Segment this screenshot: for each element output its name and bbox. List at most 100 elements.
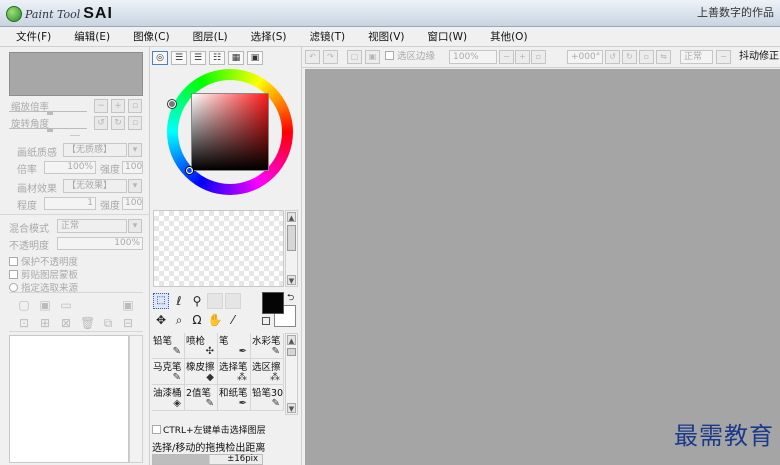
- zoom-out-button[interactable]: −: [94, 99, 108, 113]
- ctrl-select-layer-checkbox[interactable]: [152, 425, 161, 434]
- color-wheel-tab-icon[interactable]: ◎: [152, 51, 168, 65]
- brush-watercolor[interactable]: 水彩笔 ✎: [251, 333, 284, 359]
- redo-icon[interactable]: ↷: [323, 50, 338, 64]
- opacity-value[interactable]: 100%: [57, 237, 143, 250]
- palette-tab-icon[interactable]: ☷: [209, 51, 225, 65]
- zoom-in-icon[interactable]: +: [515, 50, 530, 64]
- strength-value-2[interactable]: 100: [122, 197, 143, 210]
- zoom-in-button[interactable]: +: [111, 99, 125, 113]
- scroll-up-icon[interactable]: ▲: [287, 212, 296, 222]
- selection-source-radio[interactable]: [9, 282, 18, 292]
- paper-texture-dropdown-icon[interactable]: ▾: [128, 143, 142, 157]
- scroll-down-icon[interactable]: ▼: [287, 403, 296, 413]
- zoom-fit-icon[interactable]: ▫: [531, 50, 546, 64]
- layer-list-scrollbar[interactable]: [129, 335, 143, 463]
- layer-properties-icon[interactable]: ⊟: [121, 316, 135, 330]
- merge-down-icon[interactable]: ⊞: [38, 316, 52, 330]
- move-tool-icon[interactable]: ✥: [153, 312, 169, 328]
- brush-scrollbar[interactable]: ▲ ▼: [285, 333, 298, 415]
- mode-dropdown-icon[interactable]: −: [716, 50, 731, 64]
- menu-select[interactable]: 选择(S): [235, 27, 294, 46]
- swap-colors-icon[interactable]: ⮌: [287, 290, 294, 306]
- effect-select[interactable]: 【无效果】: [63, 179, 127, 193]
- ctrl-select-layer-option[interactable]: CTRL+左键单击选择图层: [152, 423, 266, 436]
- menu-file[interactable]: 文件(F): [0, 27, 58, 46]
- brush-pencil[interactable]: 铅笔 ✎: [152, 333, 185, 359]
- protect-opacity-checkbox[interactable]: [9, 256, 18, 266]
- brush-select-eraser[interactable]: 选区擦 ⁂: [251, 359, 284, 385]
- swatch-scrollbar[interactable]: ▲ ▼: [285, 210, 298, 287]
- brush-pen[interactable]: 笔 ✒: [218, 333, 251, 359]
- display-mode-select[interactable]: 正常: [680, 50, 713, 64]
- new-vector-layer-icon[interactable]: ▣: [38, 298, 52, 312]
- clip-group-checkbox[interactable]: [9, 269, 18, 279]
- brush-airbrush[interactable]: 喷枪 ✣: [185, 333, 218, 359]
- brush-pencil30[interactable]: 铅笔30 ✎: [251, 385, 284, 411]
- zoom-slider[interactable]: 缩放倍率: [9, 98, 87, 115]
- copy-layer-icon[interactable]: ⧉: [101, 316, 115, 330]
- menu-layer[interactable]: 图层(L): [177, 27, 235, 46]
- reset-colors-icon[interactable]: [262, 317, 270, 325]
- clip-group-option[interactable]: 剪贴图层蒙板: [9, 267, 78, 281]
- navigator-preview[interactable]: [9, 52, 143, 96]
- zoom-select[interactable]: 100%: [449, 50, 497, 64]
- paper-texture-select[interactable]: 【无质感】: [63, 143, 127, 157]
- brush-binary-pen[interactable]: 2值笔 ✎: [185, 385, 218, 411]
- layer-mask-icon[interactable]: ▣: [121, 298, 135, 312]
- degree-value[interactable]: 1: [44, 197, 96, 210]
- scratchpad-tab-icon[interactable]: ▣: [247, 51, 263, 65]
- rotate-right-button[interactable]: ↻: [111, 116, 125, 130]
- menu-other[interactable]: 其他(O): [474, 27, 534, 46]
- invert-selection-icon[interactable]: ▣: [365, 50, 380, 64]
- saturation-value-square[interactable]: [191, 93, 269, 171]
- brush-marker[interactable]: 马克笔 ✎: [152, 359, 185, 385]
- scale-value[interactable]: 100%: [44, 161, 96, 174]
- rotate-cw-icon[interactable]: ↻: [622, 50, 637, 64]
- rotate-tool-icon[interactable]: Ω: [189, 312, 205, 328]
- rgb-slider-tab-icon[interactable]: ☰: [171, 51, 187, 65]
- zoom-reset-button[interactable]: ▫: [128, 99, 142, 113]
- color-picker-marker[interactable]: [186, 167, 193, 174]
- clear-layer-icon[interactable]: ⊠: [59, 316, 73, 330]
- scroll-up-icon[interactable]: ▲: [287, 335, 296, 345]
- menu-window[interactable]: 窗口(W): [412, 27, 475, 46]
- menu-view[interactable]: 视图(V): [352, 27, 411, 46]
- eyedropper-tool-icon[interactable]: ⁄: [225, 312, 241, 328]
- scroll-down-icon[interactable]: ▼: [287, 275, 296, 285]
- angle-select[interactable]: +000°: [567, 50, 603, 64]
- magic-wand-tool-icon[interactable]: ⚲: [189, 293, 205, 309]
- menu-filter[interactable]: 滤镜(T): [294, 27, 353, 46]
- drag-distance-slider[interactable]: ±16pix: [152, 454, 263, 465]
- flip-icon[interactable]: ⇋: [656, 50, 671, 64]
- hsv-slider-tab-icon[interactable]: ☰: [190, 51, 206, 65]
- rotate-slider[interactable]: 旋转角度: [9, 115, 87, 132]
- brush-eraser[interactable]: 橡皮擦 ◆: [185, 359, 218, 385]
- new-layer-icon[interactable]: ▢: [17, 298, 31, 312]
- canvas-area[interactable]: 最需教育: [305, 69, 780, 465]
- new-folder-icon[interactable]: ▭: [59, 298, 73, 312]
- effect-dropdown-icon[interactable]: ▾: [128, 179, 142, 193]
- protect-opacity-option[interactable]: 保护不透明度: [9, 254, 78, 268]
- brush-select-pen[interactable]: 选择笔 ⁂: [218, 359, 251, 385]
- rotate-ccw-icon[interactable]: ↺: [605, 50, 620, 64]
- transfer-down-icon[interactable]: ⊡: [17, 316, 31, 330]
- rotate-left-button[interactable]: ↺: [94, 116, 108, 130]
- layer-list[interactable]: [9, 335, 129, 463]
- strength-value[interactable]: 100: [122, 161, 143, 174]
- rotate-reset-button[interactable]: ▫: [128, 116, 142, 130]
- brush-washi-pen[interactable]: 和纸笔 ✒: [218, 385, 251, 411]
- zoom-tool-icon[interactable]: ⌕: [171, 312, 187, 328]
- hue-marker[interactable]: [168, 100, 176, 108]
- color-wheel[interactable]: [167, 69, 293, 195]
- lasso-tool-icon[interactable]: ℓ: [171, 293, 187, 309]
- menu-edit[interactable]: 编辑(E): [58, 27, 117, 46]
- selection-edge-option[interactable]: 选区边缘: [385, 50, 435, 64]
- blend-dropdown-icon[interactable]: ▾: [128, 219, 142, 233]
- undo-icon[interactable]: ↶: [305, 50, 320, 64]
- color-swatch-area[interactable]: [153, 210, 284, 287]
- menu-image[interactable]: 图像(C): [117, 27, 177, 46]
- zoom-out-icon[interactable]: −: [499, 50, 514, 64]
- blend-mode-select[interactable]: 正常: [57, 219, 127, 233]
- foreground-color-swatch[interactable]: [262, 292, 284, 314]
- hand-tool-icon[interactable]: ✋: [207, 312, 223, 328]
